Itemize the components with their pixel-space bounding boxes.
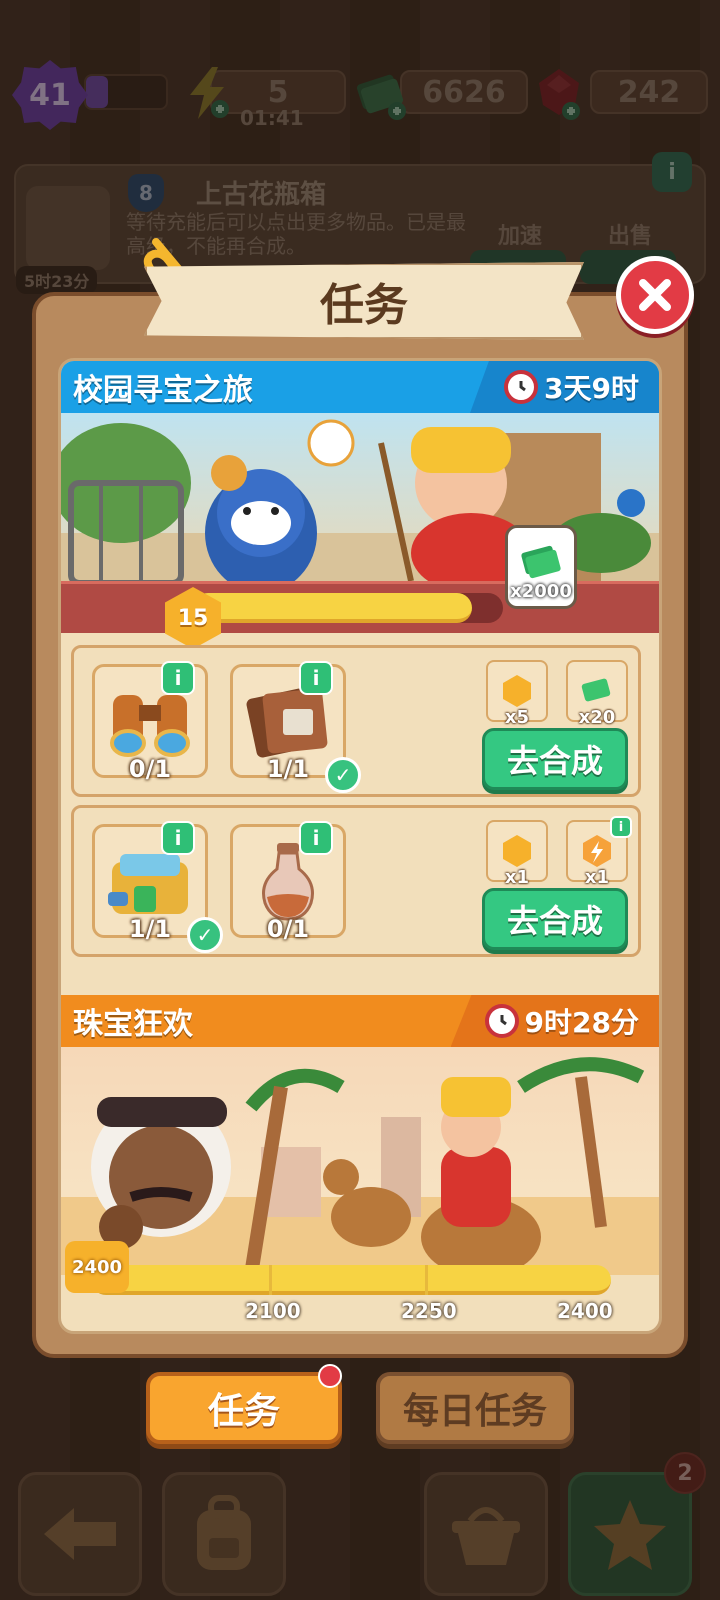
task-progress-fill bbox=[193, 593, 472, 623]
task-reward-bubble[interactable]: x2000 bbox=[505, 525, 577, 609]
reward-amount: x1 bbox=[584, 867, 610, 888]
reward-amount: x20 bbox=[578, 707, 616, 728]
info-icon[interactable]: i bbox=[299, 821, 333, 855]
task-header-campus: 校园寻宝之旅 3天9时 bbox=[61, 361, 659, 413]
task-title: 校园寻宝之旅 bbox=[73, 373, 253, 408]
task-timer: 3天9时 bbox=[470, 361, 659, 413]
milestone-tick bbox=[425, 1265, 428, 1295]
tasks-modal: 任务 校园寻宝之旅 3天9时 15 x2000 i 0/1 i 1/1 ✓ x5… bbox=[32, 238, 694, 1358]
task-requirement-row: i 0/1 i 1/1 ✓ x5 x20 去合成 bbox=[71, 645, 641, 797]
reward-cash: x20 bbox=[566, 660, 628, 728]
merge-button[interactable]: 去合成 bbox=[482, 888, 628, 950]
task-timer: 9时28分 bbox=[450, 995, 659, 1047]
task-level: 15 bbox=[177, 605, 209, 631]
tab-daily-tasks[interactable]: 每日任务 bbox=[376, 1372, 574, 1444]
clock-icon bbox=[484, 1004, 519, 1038]
clock-icon bbox=[504, 370, 539, 404]
milestone-label: 2400 bbox=[557, 1299, 613, 1323]
info-icon[interactable]: i bbox=[161, 661, 195, 695]
reward-amount: x1 bbox=[504, 867, 530, 888]
req-item-vase[interactable]: i 0/1 bbox=[230, 821, 346, 943]
req-item-count: 0/1 bbox=[128, 755, 172, 783]
checkmark-icon: ✓ bbox=[325, 757, 361, 793]
task-requirement-row: i 1/1 ✓ i 0/1 x1 x1 i 去合成 bbox=[71, 805, 641, 957]
task-banner-jewelry bbox=[61, 1047, 659, 1275]
tab-tasks[interactable]: 任务 bbox=[146, 1372, 342, 1444]
task-time-left: 3天9时 bbox=[544, 372, 639, 405]
req-item-binoculars[interactable]: i 0/1 bbox=[92, 661, 208, 783]
jewelry-row-base bbox=[71, 1331, 631, 1334]
reward-energy-box: x1 i bbox=[566, 816, 632, 888]
milestone-tick bbox=[269, 1265, 272, 1295]
task-time-left: 9时28分 bbox=[524, 1006, 639, 1039]
task-title: 珠宝狂欢 bbox=[73, 1007, 193, 1042]
cash-icon bbox=[581, 678, 611, 702]
info-icon[interactable]: i bbox=[161, 821, 195, 855]
req-item-cooler-box[interactable]: i 1/1 ✓ bbox=[92, 821, 223, 953]
info-icon[interactable]: i bbox=[299, 661, 333, 695]
task-header-jewelry: 珠宝狂欢 9时28分 bbox=[61, 995, 659, 1047]
tab-daily-label: 每日任务 bbox=[402, 1391, 547, 1432]
task-reward-amount: x2000 bbox=[510, 581, 572, 602]
reward-xp: x5 bbox=[486, 660, 548, 728]
task-list[interactable]: 校园寻宝之旅 3天9时 15 x2000 i 0/1 i 1/1 ✓ x5 x2… bbox=[58, 358, 662, 1334]
cash-stack-icon bbox=[521, 545, 561, 579]
tab-tasks-label: 任务 bbox=[207, 1391, 280, 1432]
reward-amount: x5 bbox=[504, 707, 530, 728]
xp-hex-icon bbox=[503, 675, 531, 707]
close-icon bbox=[639, 279, 671, 311]
req-item-leather-folder[interactable]: i 1/1 ✓ bbox=[230, 661, 361, 793]
modal-title: 任务 bbox=[320, 280, 408, 331]
milestone-label: 2250 bbox=[401, 1299, 457, 1323]
close-button[interactable] bbox=[616, 256, 694, 334]
xp-hex-icon bbox=[503, 835, 531, 867]
reward-xp: x1 bbox=[486, 820, 548, 888]
checkmark-icon: ✓ bbox=[187, 917, 223, 953]
tab-notification-dot bbox=[318, 1364, 342, 1388]
jewelry-score-badge: 2400 bbox=[65, 1241, 129, 1293]
jewelry-progress-bar bbox=[91, 1265, 611, 1295]
jewelry-score: 2400 bbox=[71, 1256, 123, 1278]
info-icon[interactable]: i bbox=[610, 816, 632, 838]
milestone-label: 2100 bbox=[245, 1299, 301, 1323]
merge-button[interactable]: 去合成 bbox=[482, 728, 628, 790]
req-item-count: 0/1 bbox=[266, 915, 310, 943]
energy-box-icon bbox=[583, 835, 611, 867]
modal-title-ribbon: 任务 bbox=[144, 262, 584, 340]
